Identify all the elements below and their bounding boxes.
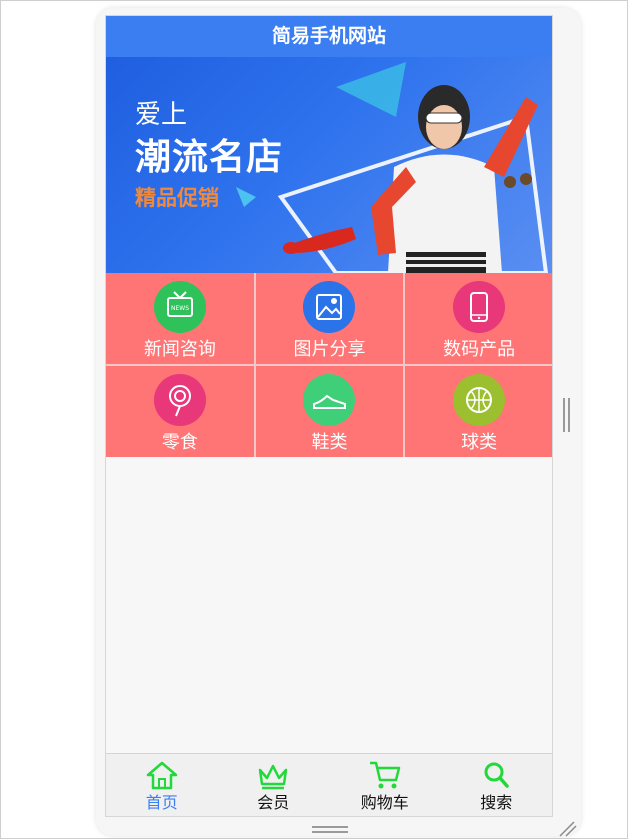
phone-icon bbox=[453, 281, 506, 333]
shoe-icon bbox=[303, 374, 356, 426]
tab-search[interactable]: 搜索 bbox=[441, 754, 553, 816]
svg-text:NEWS: NEWS bbox=[171, 305, 189, 312]
category-balls[interactable]: 球类 bbox=[405, 366, 552, 457]
category-digital[interactable]: 数码产品 bbox=[405, 273, 552, 364]
tab-label: 会员 bbox=[257, 793, 290, 812]
category-label: 数码产品 bbox=[443, 339, 516, 360]
cart-icon bbox=[369, 761, 400, 789]
ball-icon bbox=[453, 374, 506, 426]
category-label: 新闻咨询 bbox=[143, 339, 216, 360]
resize-handle-horizontal[interactable] bbox=[312, 826, 348, 834]
tab-label: 购物车 bbox=[360, 793, 409, 812]
category-snacks[interactable]: 零食 bbox=[106, 366, 254, 457]
category-label: 图片分享 bbox=[293, 339, 366, 360]
category-label: 零食 bbox=[161, 432, 198, 453]
image-icon bbox=[303, 281, 356, 333]
tab-label: 首页 bbox=[145, 793, 178, 812]
mobile-viewport: 简易手机网站 爱上 潮流名店 精品促销 NEWS 新闻咨询 图片分享 数码产品 … bbox=[105, 15, 553, 817]
tab-cart[interactable]: 购物车 bbox=[329, 754, 441, 816]
category-news[interactable]: NEWS 新闻咨询 bbox=[106, 273, 254, 364]
crown-icon bbox=[259, 764, 288, 790]
promo-banner[interactable]: 爱上 潮流名店 精品促销 bbox=[106, 57, 552, 273]
site-title: 简易手机网站 bbox=[271, 25, 386, 47]
corner-resize-grip-icon[interactable] bbox=[558, 820, 578, 838]
banner-promo-text: 精品促销 bbox=[135, 186, 219, 210]
site-header: 简易手机网站 bbox=[106, 16, 552, 57]
lollipop-icon bbox=[153, 374, 206, 426]
banner-text-line1: 爱上 bbox=[135, 100, 188, 130]
resize-handle-vertical[interactable] bbox=[563, 398, 570, 432]
category-shoes[interactable]: 鞋类 bbox=[255, 366, 404, 457]
news-tv-icon: NEWS bbox=[153, 281, 206, 333]
tab-label: 搜索 bbox=[480, 793, 513, 812]
category-label: 球类 bbox=[461, 432, 498, 453]
home-icon bbox=[146, 761, 177, 790]
tab-member[interactable]: 会员 bbox=[218, 754, 330, 816]
category-label: 鞋类 bbox=[311, 432, 348, 453]
tab-home[interactable]: 首页 bbox=[106, 754, 218, 816]
bottom-tab-bar: 首页 会员 购物车 搜索 bbox=[106, 753, 552, 816]
search-icon bbox=[484, 762, 509, 788]
category-photos[interactable]: 图片分享 bbox=[255, 273, 404, 364]
banner-headline: 潮流名店 bbox=[135, 137, 284, 178]
category-grid: NEWS 新闻咨询 图片分享 数码产品 零食 鞋类 球类 bbox=[106, 273, 552, 457]
